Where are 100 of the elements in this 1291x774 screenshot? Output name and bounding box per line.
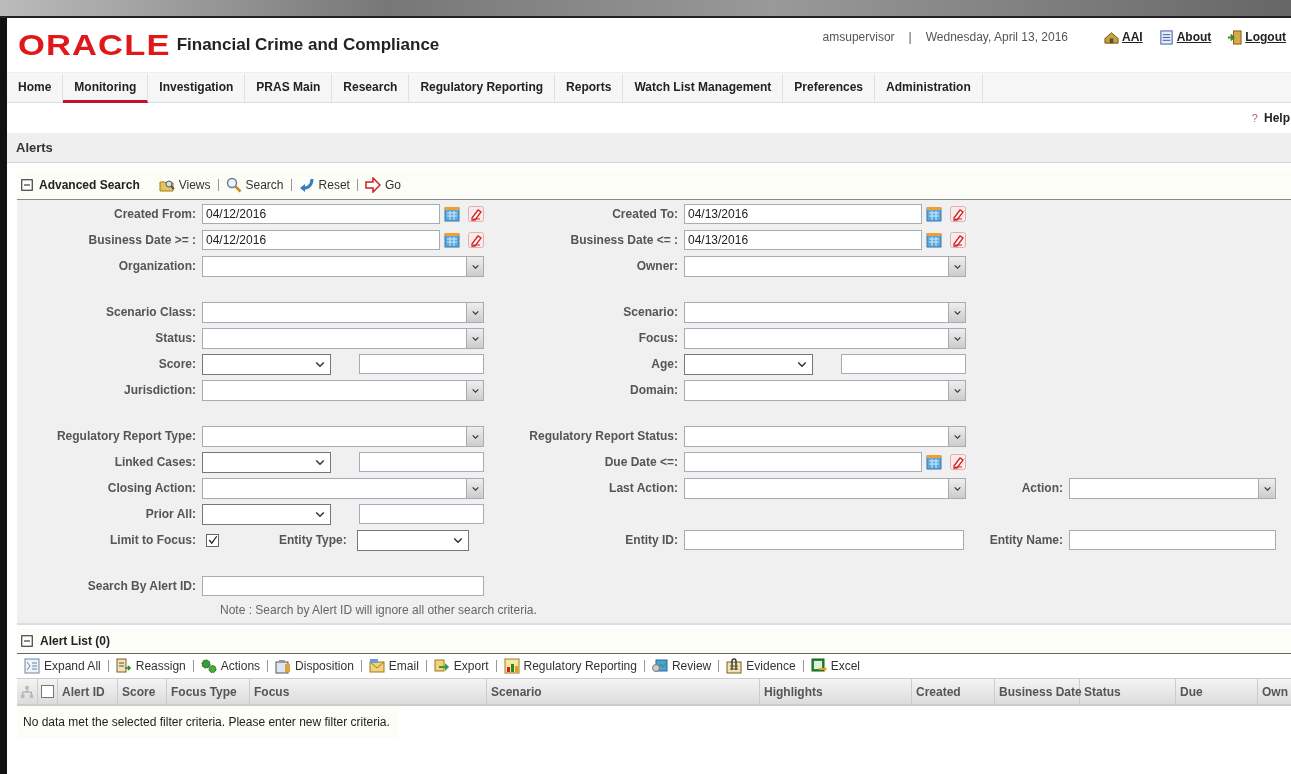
calendar-icon[interactable] (926, 232, 942, 248)
page-title: Alerts (7, 133, 1291, 163)
eraser-icon[interactable] (950, 454, 966, 470)
reset-button[interactable]: Reset (290, 179, 357, 191)
nav-tab[interactable]: Administration (875, 74, 983, 103)
text-field[interactable] (359, 452, 484, 472)
field-label: Prior All: (144, 507, 197, 521)
dropdown-field[interactable] (356, 529, 469, 551)
header-link[interactable]: AAI (1122, 30, 1143, 44)
evidence-button[interactable]: Evidence (718, 660, 803, 672)
dropdown-field[interactable] (202, 353, 331, 375)
document-icon[interactable] (1158, 29, 1174, 45)
eraser-icon[interactable] (950, 232, 966, 248)
checkbox[interactable] (41, 685, 54, 698)
date-field[interactable]: 04/12/2016 (202, 204, 440, 224)
date-field[interactable]: 04/13/2016 (684, 230, 922, 250)
text-field[interactable] (202, 576, 484, 596)
header-link[interactable]: Logout (1245, 30, 1286, 44)
column-header[interactable]: Focus (254, 684, 290, 699)
nav-tab[interactable]: Home (7, 74, 64, 103)
text-field[interactable] (841, 354, 966, 374)
date-field[interactable] (684, 452, 922, 472)
hierarchy-icon[interactable] (20, 684, 34, 699)
nav-tab[interactable]: Regulatory Reporting (409, 74, 556, 103)
text-field[interactable] (1069, 530, 1276, 550)
views-button[interactable]: Views (151, 179, 218, 191)
text-field[interactable] (359, 354, 484, 374)
nav-tab[interactable]: Monitoring (63, 74, 149, 103)
checkbox[interactable] (206, 533, 219, 547)
app-title: Financial Crime and Compliance (176, 35, 440, 55)
nav-tab[interactable]: Research (332, 74, 410, 103)
dropdown-field[interactable] (684, 379, 966, 401)
field-label: Action: (1020, 481, 1064, 495)
column-header[interactable]: Own (1262, 684, 1288, 699)
dropdown-field[interactable] (202, 477, 484, 499)
date-field[interactable]: 04/12/2016 (202, 230, 440, 250)
door-icon[interactable] (1227, 29, 1243, 45)
nav-tab[interactable]: Reports (555, 74, 624, 103)
dropdown-field[interactable] (684, 353, 813, 375)
dropdown-field[interactable] (202, 327, 484, 349)
dropdown-field[interactable] (202, 301, 484, 323)
expand-button[interactable]: Expand All (17, 660, 108, 672)
nav-tab[interactable]: PRAS Main (245, 74, 333, 103)
separator: | (908, 30, 912, 44)
text-field[interactable] (359, 504, 484, 524)
dropdown-field[interactable] (684, 255, 966, 277)
collapse-icon[interactable] (21, 179, 33, 191)
disposition-button[interactable]: Disposition (267, 660, 361, 672)
calendar-icon[interactable] (444, 206, 460, 222)
column-header[interactable]: Score (122, 684, 156, 699)
date-field[interactable]: 04/13/2016 (684, 204, 922, 224)
reporting-button[interactable]: Regulatory Reporting (495, 660, 644, 672)
reassign-button[interactable]: Reassign (107, 660, 193, 672)
eraser-icon[interactable] (468, 232, 484, 248)
dropdown-field[interactable] (684, 477, 966, 499)
search-icon (225, 177, 242, 193)
calendar-icon[interactable] (444, 232, 460, 248)
column-header[interactable]: Status (1084, 684, 1121, 699)
dropdown-field[interactable] (684, 425, 966, 447)
dropdown-field[interactable] (202, 451, 331, 473)
column-header[interactable]: Created (916, 684, 961, 699)
dropdown-field[interactable] (1069, 477, 1276, 499)
help-icon: ? (1251, 112, 1258, 124)
column-header[interactable]: Alert ID (62, 684, 105, 699)
eraser-icon[interactable] (468, 206, 484, 222)
excel-button[interactable]: Excel (802, 660, 867, 672)
arrow-icon (364, 177, 381, 193)
map-magnifier-icon (651, 658, 668, 674)
export-button[interactable]: Export (425, 660, 496, 672)
search-button[interactable]: Search (217, 179, 291, 191)
dropdown-field[interactable] (202, 503, 331, 525)
calendar-icon[interactable] (926, 454, 942, 470)
calendar-icon[interactable] (926, 206, 942, 222)
field-label: Closing Action: (106, 481, 197, 495)
dropdown-field[interactable] (202, 425, 484, 447)
field-label: Entity Type: (279, 533, 348, 547)
collapse-icon[interactable] (21, 635, 33, 647)
column-header[interactable]: Focus Type (171, 684, 237, 699)
house-icon[interactable] (1104, 29, 1119, 45)
bar-chart-icon (503, 658, 520, 674)
email-button[interactable]: Email (360, 660, 426, 672)
dropdown-field[interactable] (202, 379, 484, 401)
column-header[interactable]: Due (1180, 684, 1203, 699)
review-button[interactable]: Review (643, 660, 719, 672)
eraser-icon[interactable] (950, 206, 966, 222)
dropdown-field[interactable] (684, 301, 966, 323)
column-header[interactable]: Scenario (491, 684, 542, 699)
dropdown-field[interactable] (202, 255, 484, 277)
help-link[interactable]: Help (1264, 111, 1290, 125)
header-link[interactable]: About (1176, 30, 1212, 44)
nav-tab[interactable]: Preferences (783, 74, 876, 103)
dropdown-field[interactable] (684, 327, 966, 349)
column-header[interactable]: Business Date (999, 684, 1082, 699)
go-button[interactable]: Go (356, 179, 408, 191)
arrow-icon (433, 658, 450, 674)
actions-button[interactable]: Actions (192, 660, 268, 672)
text-field[interactable] (684, 530, 964, 550)
nav-tab[interactable]: Watch List Management (623, 74, 784, 103)
nav-tab[interactable]: Investigation (148, 74, 246, 103)
column-header[interactable]: Highlights (764, 684, 823, 699)
